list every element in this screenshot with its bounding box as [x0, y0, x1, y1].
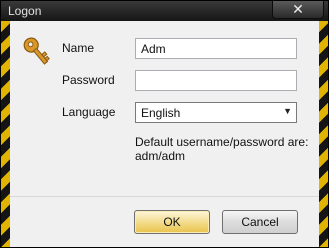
window-title: Logon [8, 4, 42, 18]
language-label: Language [62, 105, 116, 119]
language-select[interactable]: English ▼ [135, 102, 297, 123]
password-input[interactable] [135, 70, 297, 91]
key-icon [23, 37, 50, 65]
hazard-stripe-right [319, 21, 328, 247]
title-bar[interactable]: Logon ✕ [1, 1, 328, 21]
password-label: Password [62, 73, 115, 87]
ok-button[interactable]: OK [134, 210, 210, 234]
close-icon: ✕ [292, 1, 304, 17]
name-label: Name [62, 41, 95, 55]
hazard-stripe-left [1, 21, 10, 247]
language-selected-value: English [141, 106, 181, 120]
default-credentials-hint: Default username/password are: adm/adm [135, 135, 309, 163]
close-button[interactable]: ✕ [272, 1, 324, 19]
dialog-body: Name Password Language English ▼ Default… [10, 21, 319, 247]
cancel-button[interactable]: Cancel [222, 210, 298, 234]
name-input[interactable] [135, 38, 297, 59]
chevron-down-icon: ▼ [283, 106, 292, 116]
dialog-footer: OK Cancel [10, 197, 319, 247]
logon-dialog: Logon ✕ Name Password Language English ▼… [0, 0, 329, 248]
